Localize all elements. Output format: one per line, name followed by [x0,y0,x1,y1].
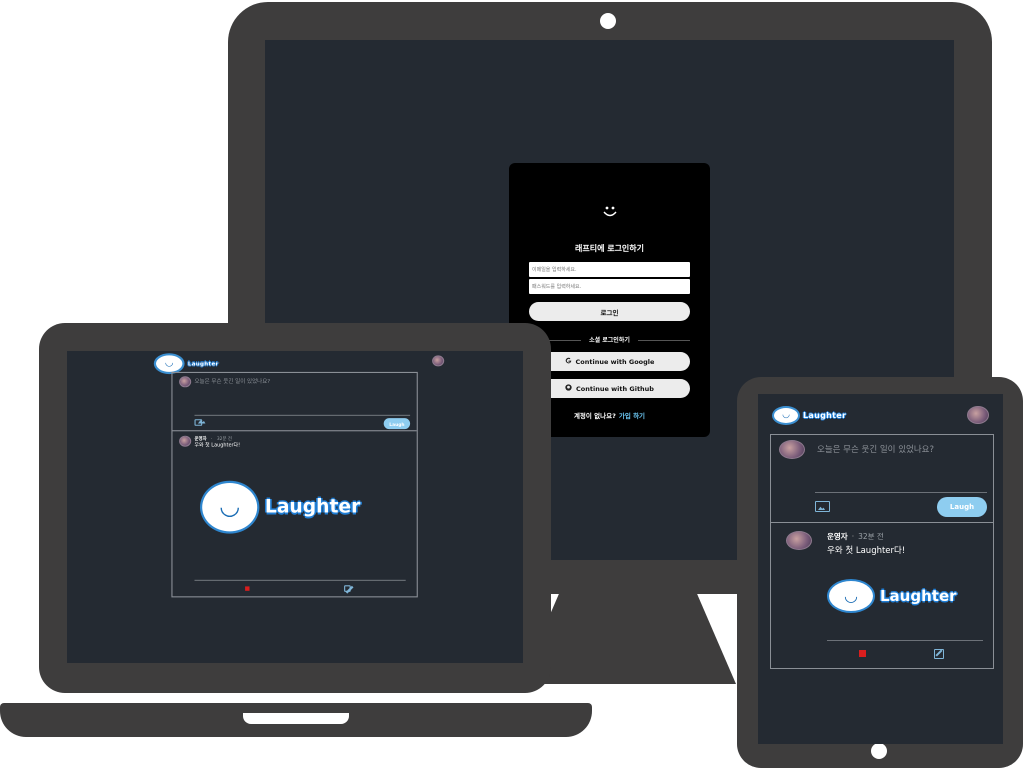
post-image-text: Laughter [880,587,957,605]
compose-box: 오늘은 무슨 웃긴 일이 있었나요? Laugh [172,373,417,432]
avatar [179,435,192,447]
monitor-stand [520,594,736,684]
smiley-logo-icon: ◡ [772,406,800,425]
post-image-text: Laughter [264,496,361,519]
compose-underline [815,492,987,493]
laptop-screen: ◡ Laughter 오늘은 무슨 웃긴 일이 있었나요? Laugh 운영자 ·… [67,351,523,663]
password-field[interactable] [529,279,690,294]
feed-box: 오늘은 무슨 웃긴 일이 있었나요? Laugh 운영자 · 32분 전 우와 첫 … [770,434,994,669]
divider-right [638,340,690,341]
avatar [779,440,805,459]
google-button-label: Continue with Google [575,357,655,366]
image-upload-icon[interactable] [194,419,203,426]
feed-box: 오늘은 무슨 웃긴 일이 있었나요? Laugh 운영자 · 32분 전 우와 첫 … [171,371,418,598]
post-separator: · [211,435,213,442]
post-image: ◡ Laughter [827,579,957,613]
smiley-logo-icon: ◡ [827,579,875,613]
laptop-notch [243,713,349,724]
github-button-label: Continue with Github [576,384,654,393]
google-login-button[interactable]: Continue with Google [529,352,690,371]
delete-icon[interactable] [859,650,866,657]
monitor-camera [600,13,616,29]
app-logo[interactable]: ◡ Laughter [772,406,846,425]
avatar[interactable] [967,406,989,424]
avatar[interactable] [432,355,445,367]
post-time: 32분 전 [858,532,884,541]
smiley-logo-icon [509,205,710,223]
smiley-logo-icon: ◡ [200,480,260,534]
post-time: 32분 전 [216,435,232,442]
login-button[interactable]: 로그인 [529,302,690,321]
tablet-app: ◡ Laughter 오늘은 무슨 웃긴 일이 있었나요? Laugh 운영자 ·… [758,394,1003,744]
post-separator: · [851,532,855,541]
post-text: 우와 첫 Laughter다! [194,443,241,449]
login-button-label: 로그인 [600,308,619,317]
tablet-home-button [871,743,887,759]
tablet-screen: ◡ Laughter 오늘은 무슨 웃긴 일이 있었나요? Laugh 운영자 ·… [758,394,1003,744]
post-author: 운영자 [827,532,848,541]
login-title: 래프티에 로그인하기 [574,244,645,253]
post-image: ◡ Laughter [200,480,361,534]
avatar [786,531,812,550]
compose-box: 오늘은 무슨 웃긴 일이 있었나요? Laugh [771,435,993,523]
laugh-button[interactable]: Laugh [383,418,411,430]
logo-text: Laughter [187,360,219,367]
post: 운영자 · 32분 전 우와 첫 Laughter다! ◡ Laughter [173,431,417,596]
edit-icon[interactable] [934,649,944,659]
post-author: 운영자 [194,435,207,442]
edit-icon[interactable] [344,585,351,592]
github-login-button[interactable]: Continue with Github [529,379,690,398]
github-icon [565,384,572,393]
compose-input[interactable]: 오늘은 무슨 웃긴 일이 있었나요? [195,377,271,386]
post-divider [194,579,406,581]
post-divider [827,640,983,641]
signup-prompt: 계정이 없나요? [573,412,616,420]
email-field[interactable] [529,262,690,277]
post-meta: 운영자 · 32분 전 [195,436,232,443]
post-text: 우와 첫 Laughter다! [827,546,906,556]
delete-icon[interactable] [245,586,250,591]
post: 운영자 · 32분 전 우와 첫 Laughter다! ◡ Laughter [771,523,993,668]
laugh-button[interactable]: Laugh [937,497,987,517]
image-upload-icon[interactable] [815,501,830,512]
logo-text: Laughter [803,411,847,420]
laptop-app: ◡ Laughter 오늘은 무슨 웃긴 일이 있었나요? Laugh 운영자 ·… [153,351,445,663]
google-icon [565,357,572,366]
avatar [179,376,192,388]
signup-link[interactable]: 가입 하기 [619,412,645,420]
compose-underline [194,414,411,416]
post-meta: 운영자 · 32분 전 [827,531,884,542]
compose-input[interactable]: 오늘은 무슨 웃긴 일이 있었나요? [817,443,934,455]
